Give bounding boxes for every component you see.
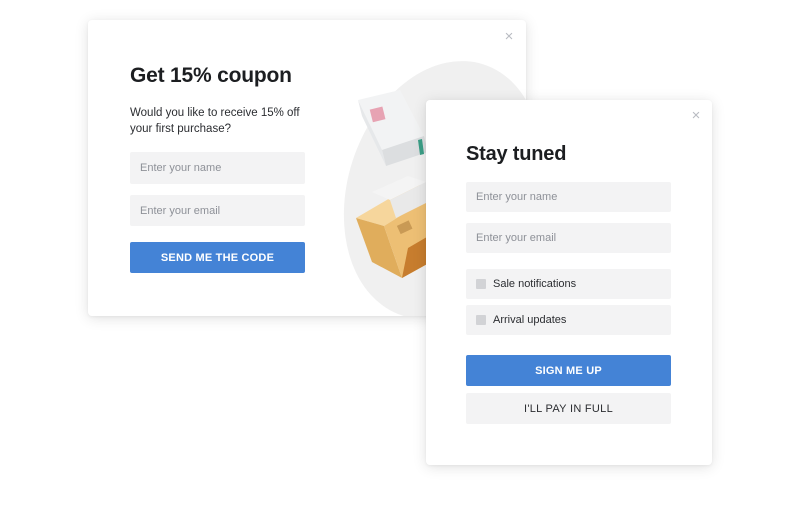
arrival-updates-checkbox[interactable] [476,315,486,325]
name-input[interactable] [466,182,671,212]
stay-tuned-title: Stay tuned [466,143,567,165]
arrival-updates-label: Arrival updates [493,314,567,326]
send-code-button[interactable]: SEND ME THE CODE [130,242,305,273]
coupon-subtitle-line1: Would you like to receive 15% off [130,107,300,119]
sale-notifications-label: Sale notifications [493,278,577,290]
name-input[interactable] [130,152,305,184]
stay-tuned-popup: × Stay tuned Sale notifications Arrival … [426,100,712,465]
coupon-subtitle-line2: your first purchase? [130,123,231,135]
email-input[interactable] [466,223,671,253]
close-icon[interactable]: × [689,108,703,123]
arrival-updates-checkbox-row[interactable]: Arrival updates [466,305,671,335]
coupon-title: Get 15% coupon [130,64,292,87]
coupon-subtitle: Would you like to receive 15% off your f… [130,105,320,137]
sale-notifications-checkbox[interactable] [476,279,486,289]
sale-notifications-checkbox-row[interactable]: Sale notifications [466,269,671,299]
sign-me-up-button[interactable]: SIGN ME UP [466,355,671,386]
email-input[interactable] [130,195,305,226]
pay-in-full-button[interactable]: I'LL PAY IN FULL [466,393,671,424]
